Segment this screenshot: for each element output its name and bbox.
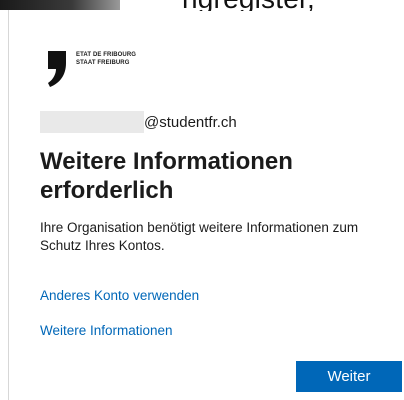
logo-line-2: STAAT FREIBURG: [76, 60, 130, 66]
next-button[interactable]: Weiter: [296, 361, 402, 392]
logo-line-1: ETAT DE FRIBOURG: [76, 52, 137, 58]
cropped-banner-text: ngregister,: [182, 0, 315, 11]
sign-in-window: ngregister, ETAT DE FRIBOURG STAAT FREIB…: [0, 0, 404, 400]
cropped-dark-area: [0, 0, 120, 10]
logo-text: ETAT DE FRIBOURG STAAT FREIBURG: [76, 51, 136, 67]
organization-logo: ETAT DE FRIBOURG STAAT FREIBURG: [46, 51, 136, 91]
use-another-account-link[interactable]: Anderes Konto verwenden: [40, 288, 199, 303]
comma-logo-icon: [48, 51, 66, 87]
cropped-top-banner: ngregister,: [0, 0, 404, 11]
email-domain: @studentfr.ch: [144, 113, 237, 131]
account-identifier: @studentfr.ch: [40, 111, 237, 133]
more-information-link[interactable]: Weitere Informationen: [40, 323, 173, 338]
info-description: Ihre Organisation benötigt weitere Infor…: [40, 220, 359, 253]
redacted-username: [40, 111, 144, 133]
page-title: Weitere Informationen erforderlich: [40, 148, 293, 204]
